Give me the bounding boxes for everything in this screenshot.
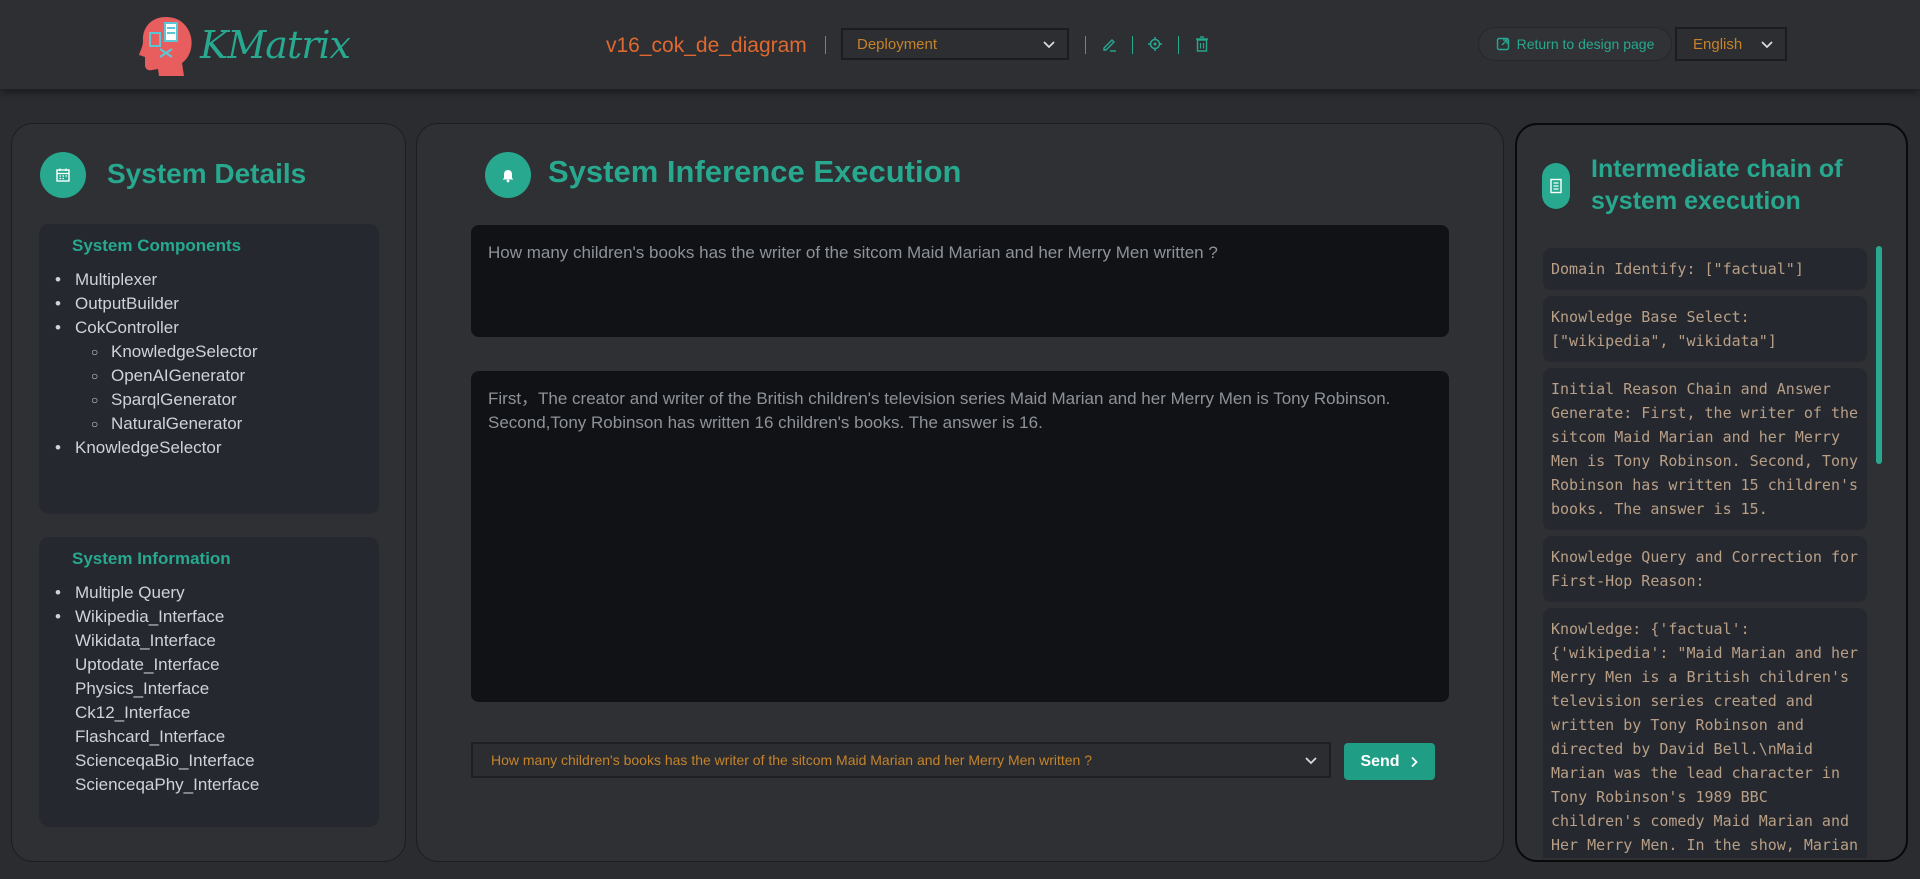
chain-item: Knowledge Base Select: ["wikipedia", "wi… [1543, 296, 1867, 362]
logo[interactable]: KMatrix [138, 12, 351, 78]
settings-icon[interactable] [1145, 34, 1165, 54]
top-bar: KMatrix v16_cok_de_diagram Deployment Re… [0, 0, 1920, 89]
chain-item: Domain Identify: ["factual"] [1543, 248, 1867, 290]
list-item: Uptodate_Interface [75, 655, 220, 674]
chevron-down-icon [1305, 757, 1317, 765]
list-item: CokController [55, 316, 257, 340]
chevron-right-icon [1410, 756, 1418, 767]
inference-execution-panel: System Inference Execution How many chil… [416, 123, 1504, 862]
list-item: Wikipedia_Interface [55, 605, 259, 629]
bell-icon [485, 152, 531, 198]
intermediate-chain-panel: Intermediate chain of system execution D… [1515, 123, 1908, 862]
calendar-icon [40, 152, 86, 198]
panel-title: Intermediate chain of system execution [1591, 155, 1843, 215]
panel-title: System Inference Execution [548, 154, 962, 189]
return-label: Return to design page [1516, 36, 1655, 52]
logo-head-icon [139, 17, 192, 76]
chain-scrollbar[interactable] [1876, 246, 1882, 464]
list-item: OutputBuilder [55, 292, 257, 316]
panel-title: System Details [107, 158, 307, 189]
return-icon [1496, 37, 1509, 51]
chain-item: Knowledge: {'factual': {'wikipedia': "Ma… [1543, 608, 1867, 858]
list-item: Physics_Interface [75, 679, 210, 698]
list-item: KnowledgeSelector [75, 340, 257, 364]
information-list: Multiple Query Wikipedia_Interface Wikid… [55, 581, 260, 797]
chain-item: Knowledge Query and Correction for First… [1543, 536, 1867, 602]
language-value: English [1693, 35, 1743, 53]
language-select[interactable]: English [1675, 27, 1787, 61]
components-list: Multiplexer OutputBuilder CokController … [55, 268, 258, 460]
project-name: v16_cok_de_diagram [606, 34, 807, 57]
list-item: Ck12_Interface [75, 703, 191, 722]
list-item: Wikidata_Interface [75, 631, 216, 650]
divider [1132, 36, 1133, 54]
question-select[interactable]: How many children's books has the writer… [471, 742, 1331, 778]
mode-select-value: Deployment [857, 35, 938, 53]
system-components-card: System Components Multiplexer OutputBuil… [39, 224, 379, 514]
mode-select[interactable]: Deployment [841, 28, 1069, 60]
chain-item: Initial Reason Chain and Answer Generate… [1543, 368, 1867, 530]
card-title: System Information [72, 549, 231, 568]
logo-text: KMatrix [200, 23, 351, 67]
list-item: KnowledgeSelector [55, 436, 257, 460]
list-item: SparqlGenerator [75, 388, 257, 412]
divider [825, 36, 826, 54]
system-details-panel: System Details System Components Multipl… [11, 123, 406, 862]
list-item: ScienceqaPhy_Interface [75, 775, 260, 794]
question-select-value: How many children's books has the writer… [491, 752, 1093, 768]
return-to-design-button[interactable]: Return to design page [1479, 28, 1671, 60]
list-item: ScienceqaBio_Interface [75, 751, 255, 770]
question-display[interactable]: How many children's books has the writer… [471, 225, 1449, 337]
chain-list: Domain Identify: ["factual"] Knowledge B… [1543, 248, 1867, 858]
system-information-card: System Information Multiple Query Wikipe… [39, 537, 379, 827]
send-label: Send [1360, 752, 1400, 770]
answer-display[interactable]: First，The creator and writer of the Brit… [471, 371, 1449, 702]
list-item: Multiple Query [55, 581, 259, 605]
divider [1085, 36, 1086, 54]
divider [1178, 36, 1179, 54]
chevron-down-icon [1761, 41, 1773, 49]
document-icon [1542, 163, 1570, 209]
list-item: NaturalGenerator [75, 412, 257, 436]
card-title: System Components [72, 236, 242, 255]
send-button[interactable]: Send [1344, 743, 1435, 780]
list-item: OpenAIGenerator [75, 364, 257, 388]
edit-icon[interactable] [1099, 34, 1119, 54]
chevron-down-icon [1043, 41, 1055, 49]
trash-icon[interactable] [1192, 34, 1212, 54]
list-item: Flashcard_Interface [75, 727, 226, 746]
list-item: Multiplexer [55, 268, 257, 292]
